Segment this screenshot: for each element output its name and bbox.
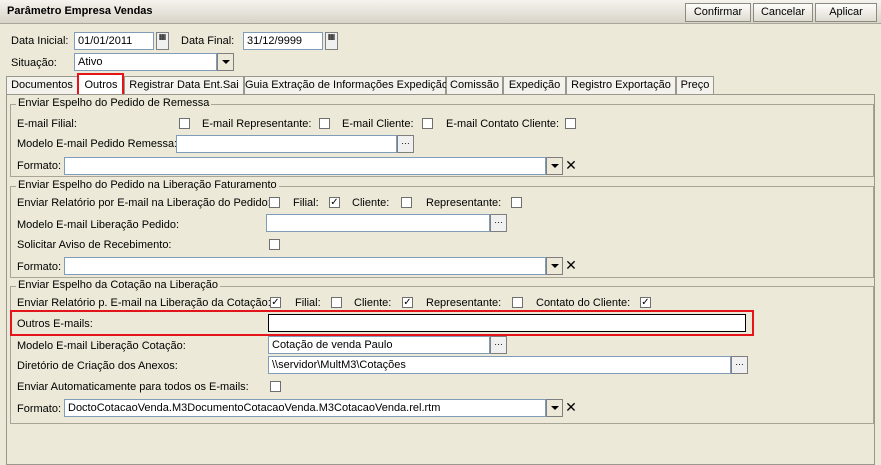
cot-contato-label: Contato do Cliente: bbox=[536, 297, 631, 309]
email-representante-checkbox[interactable] bbox=[319, 118, 330, 129]
check-icon: ✓ bbox=[403, 297, 412, 308]
ellipsis-icon: … bbox=[494, 215, 503, 225]
cot-filial-label: Filial: bbox=[295, 297, 321, 309]
end-date-input[interactable]: 31/12/9999 bbox=[243, 32, 323, 50]
start-date-picker-button[interactable]: ▦ bbox=[156, 32, 169, 50]
tab-registrar-data[interactable]: Registrar Data Ent.Sai bbox=[124, 76, 244, 95]
formato-cotacao-dropdown-button[interactable] bbox=[546, 399, 563, 417]
envio-automatico-checkbox[interactable] bbox=[270, 381, 281, 392]
aviso-recebimento-label: Solicitar Aviso de Recebimento: bbox=[17, 239, 172, 251]
aviso-recebimento-checkbox[interactable] bbox=[269, 239, 280, 250]
email-cliente-checkbox[interactable] bbox=[422, 118, 433, 129]
fat-cliente-checkbox[interactable] bbox=[401, 197, 412, 208]
status-select[interactable]: Ativo bbox=[74, 53, 217, 71]
group-faturamento-title: Enviar Espelho do Pedido na Liberação Fa… bbox=[16, 179, 279, 191]
diretorio-anexos-label: Diretório de Criação dos Anexos: bbox=[17, 360, 178, 372]
cancel-button[interactable]: Cancelar bbox=[753, 3, 813, 22]
formato-remessa-label: Formato: bbox=[17, 160, 62, 172]
modelo-liberacao-input[interactable] bbox=[266, 214, 490, 232]
group-cotacao-title: Enviar Espelho da Cotação na Liberação bbox=[16, 279, 220, 291]
title-bar: Parâmetro Empresa Vendas Confirmar Cance… bbox=[0, 0, 881, 24]
cot-filial-checkbox[interactable] bbox=[331, 297, 342, 308]
start-date-label: Data Inicial: bbox=[11, 35, 69, 47]
ellipsis-icon: … bbox=[401, 136, 410, 146]
relatorio-pedido-checkbox[interactable] bbox=[269, 197, 280, 208]
chevron-down-icon bbox=[221, 60, 230, 64]
ellipsis-icon: … bbox=[494, 337, 503, 347]
calendar-icon: ▦ bbox=[158, 32, 167, 41]
relatorio-cotacao-label: Enviar Relatório p. E-mail na Liberação … bbox=[17, 297, 271, 309]
check-icon: ✓ bbox=[271, 297, 280, 308]
fat-filial-label: Filial: bbox=[293, 197, 319, 209]
fat-representante-checkbox[interactable] bbox=[511, 197, 522, 208]
formato-cotacao-select[interactable]: DoctoCotacaoVenda.M3DocumentoCotacaoVend… bbox=[64, 399, 546, 417]
tab-guia-extracao[interactable]: Guia Extração de Informações Expedição bbox=[244, 76, 448, 95]
relatorio-cotacao-checkbox[interactable]: ✓ bbox=[270, 297, 281, 308]
formato-faturamento-label: Formato: bbox=[17, 261, 62, 273]
formato-remessa-clear-button[interactable]: ✕ bbox=[563, 157, 579, 175]
modelo-cotacao-browse-button[interactable]: … bbox=[490, 336, 507, 354]
fat-filial-checkbox[interactable]: ✓ bbox=[329, 197, 340, 208]
modelo-cotacao-input[interactable]: Cotação de venda Paulo bbox=[268, 336, 490, 354]
fat-representante-label: Representante: bbox=[426, 197, 502, 209]
chevron-down-icon bbox=[550, 406, 559, 410]
modelo-liberacao-browse-button[interactable]: … bbox=[490, 214, 507, 232]
chevron-down-icon bbox=[550, 164, 559, 168]
formato-cotacao-label: Formato: bbox=[17, 403, 62, 415]
tab-comissao[interactable]: Comissão bbox=[446, 76, 503, 95]
clear-icon: ✕ bbox=[565, 399, 577, 415]
diretorio-anexos-input[interactable]: \\servidor\MultM3\Cotações bbox=[268, 356, 731, 374]
start-date-input[interactable]: 01/01/2011 bbox=[74, 32, 154, 50]
end-date-label: Data Final: bbox=[181, 35, 235, 47]
modelo-cotacao-label: Modelo E-mail Liberação Cotação: bbox=[17, 340, 186, 352]
formato-remessa-select[interactable] bbox=[64, 157, 546, 175]
email-filial-label: E-mail Filial: bbox=[17, 118, 77, 130]
group-remessa-title: Enviar Espelho do Pedido de Remessa bbox=[16, 97, 212, 109]
cot-cliente-checkbox[interactable]: ✓ bbox=[402, 297, 413, 308]
email-cliente-label: E-mail Cliente: bbox=[342, 118, 414, 130]
calendar-icon: ▦ bbox=[327, 32, 336, 41]
ellipsis-icon: … bbox=[735, 357, 744, 367]
tab-preco[interactable]: Preço bbox=[676, 76, 714, 95]
email-filial-checkbox[interactable] bbox=[179, 118, 190, 129]
formato-faturamento-select[interactable] bbox=[64, 257, 546, 275]
formato-faturamento-dropdown-button[interactable] bbox=[546, 257, 563, 275]
window-title: Parâmetro Empresa Vendas bbox=[7, 5, 153, 17]
diretorio-anexos-browse-button[interactable]: … bbox=[731, 356, 748, 374]
status-dropdown-button[interactable] bbox=[217, 53, 234, 71]
modelo-liberacao-label: Modelo E-mail Liberação Pedido: bbox=[17, 219, 180, 231]
cot-contato-checkbox[interactable]: ✓ bbox=[640, 297, 651, 308]
tab-registro-exportacao[interactable]: Registro Exportação bbox=[566, 76, 676, 95]
modelo-remessa-input[interactable] bbox=[176, 135, 397, 153]
formato-remessa-dropdown-button[interactable] bbox=[546, 157, 563, 175]
modelo-remessa-label: Modelo E-mail Pedido Remessa: bbox=[17, 138, 178, 150]
outros-emails-label: Outros E-mails: bbox=[17, 318, 93, 330]
check-icon: ✓ bbox=[641, 297, 650, 308]
tab-documentos[interactable]: Documentos bbox=[6, 76, 78, 95]
formato-cotacao-clear-button[interactable]: ✕ bbox=[563, 399, 579, 417]
email-contato-label: E-mail Contato Cliente: bbox=[446, 118, 560, 130]
cot-representante-checkbox[interactable] bbox=[512, 297, 523, 308]
end-date-picker-button[interactable]: ▦ bbox=[325, 32, 338, 50]
modelo-remessa-browse-button[interactable]: … bbox=[397, 135, 414, 153]
confirm-button[interactable]: Confirmar bbox=[685, 3, 751, 22]
cot-representante-label: Representante: bbox=[426, 297, 502, 309]
email-contato-checkbox[interactable] bbox=[565, 118, 576, 129]
clear-icon: ✕ bbox=[565, 157, 577, 173]
cot-cliente-label: Cliente: bbox=[354, 297, 392, 309]
status-label: Situação: bbox=[11, 57, 57, 69]
clear-icon: ✕ bbox=[565, 257, 577, 273]
envio-automatico-label: Enviar Automaticamente para todos os E-m… bbox=[17, 381, 249, 393]
formato-faturamento-clear-button[interactable]: ✕ bbox=[563, 257, 579, 275]
fat-cliente-label: Cliente: bbox=[352, 197, 390, 209]
tab-expedicao[interactable]: Expedição bbox=[503, 76, 566, 95]
apply-button[interactable]: Aplicar bbox=[815, 3, 877, 22]
email-representante-label: E-mail Representante: bbox=[202, 118, 312, 130]
chevron-down-icon bbox=[550, 264, 559, 268]
check-icon: ✓ bbox=[330, 197, 339, 208]
outros-emails-input[interactable] bbox=[268, 314, 746, 332]
relatorio-pedido-label: Enviar Relatório por E-mail na Liberação… bbox=[17, 197, 271, 209]
